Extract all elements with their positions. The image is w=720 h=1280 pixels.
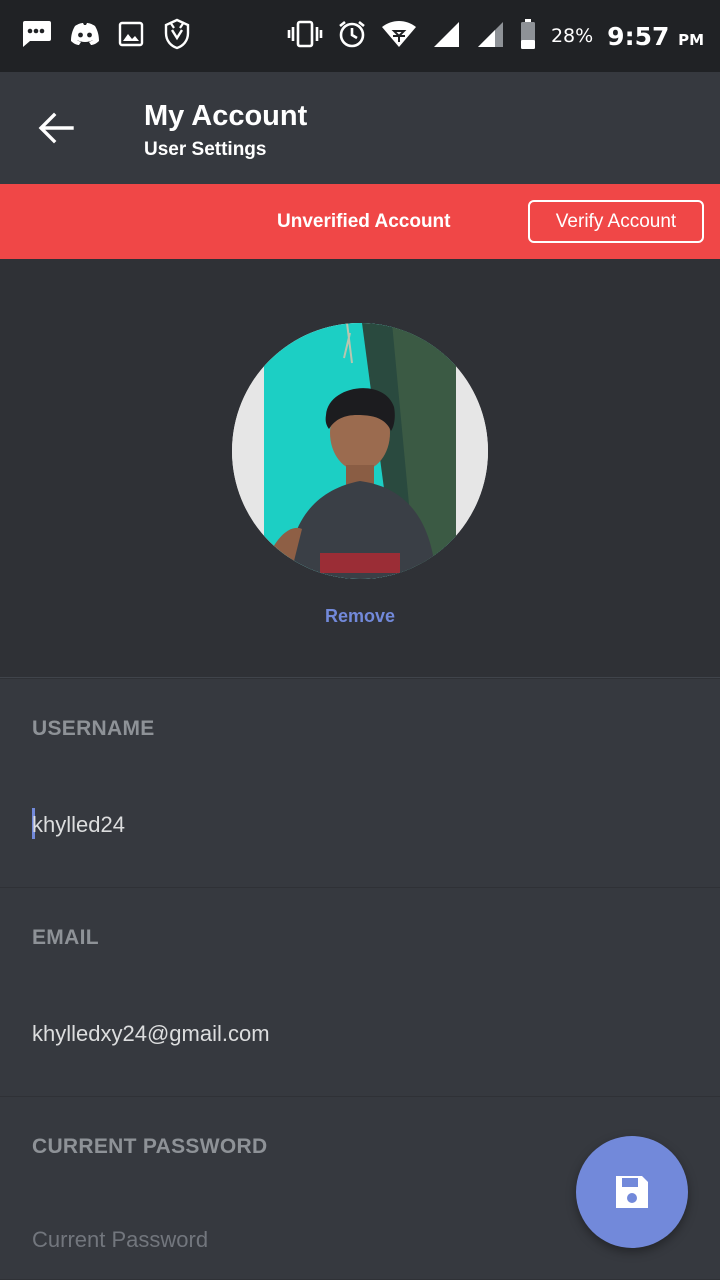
notification-icons bbox=[0, 18, 192, 55]
battery-percent: 28% bbox=[550, 25, 594, 47]
save-icon bbox=[616, 1176, 648, 1208]
username-input[interactable]: khylled24 bbox=[32, 812, 125, 838]
current-password-input[interactable]: Current Password bbox=[32, 1227, 208, 1253]
save-button[interactable] bbox=[576, 1136, 688, 1248]
clock-ampm: PM bbox=[678, 30, 704, 49]
back-button[interactable] bbox=[26, 104, 86, 152]
username-section: USERNAME khylled24 bbox=[0, 679, 720, 888]
system-icons: 28% 9:57 PM bbox=[287, 0, 704, 72]
username-label: USERNAME bbox=[32, 717, 155, 740]
avatar[interactable] bbox=[232, 323, 488, 579]
app-bar: My Account User Settings bbox=[0, 72, 720, 184]
banner-text: Unverified Account bbox=[277, 211, 451, 232]
remove-avatar-link[interactable]: Remove bbox=[0, 606, 720, 627]
page-subtitle: User Settings bbox=[144, 139, 267, 160]
clock-time: 9:57 bbox=[607, 21, 670, 51]
discord-icon bbox=[70, 22, 100, 51]
gallery-icon bbox=[118, 21, 144, 52]
email-section: EMAIL khylledxy24@gmail.com bbox=[0, 888, 720, 1097]
signal-icon bbox=[431, 20, 461, 53]
current-password-label: CURRENT PASSWORD bbox=[32, 1135, 268, 1158]
alarm-icon bbox=[337, 19, 367, 54]
vibrate-icon bbox=[287, 19, 323, 54]
arrow-left-icon bbox=[38, 112, 74, 144]
avatar-section: Remove bbox=[0, 259, 720, 678]
email-label: EMAIL bbox=[32, 926, 99, 949]
wifi-icon bbox=[381, 20, 417, 53]
signal-icon bbox=[475, 20, 505, 53]
clock: 9:57 PM bbox=[607, 22, 704, 51]
page-title: My Account bbox=[144, 100, 308, 132]
message-icon bbox=[20, 19, 52, 54]
verify-account-button[interactable]: Verify Account bbox=[528, 200, 704, 243]
unverified-banner: Unverified Account Verify Account bbox=[0, 184, 720, 259]
email-input[interactable]: khylledxy24@gmail.com bbox=[32, 1021, 270, 1047]
status-bar: 28% 9:57 PM bbox=[0, 0, 720, 72]
shield-icon bbox=[162, 18, 192, 55]
battery-icon bbox=[519, 18, 537, 55]
